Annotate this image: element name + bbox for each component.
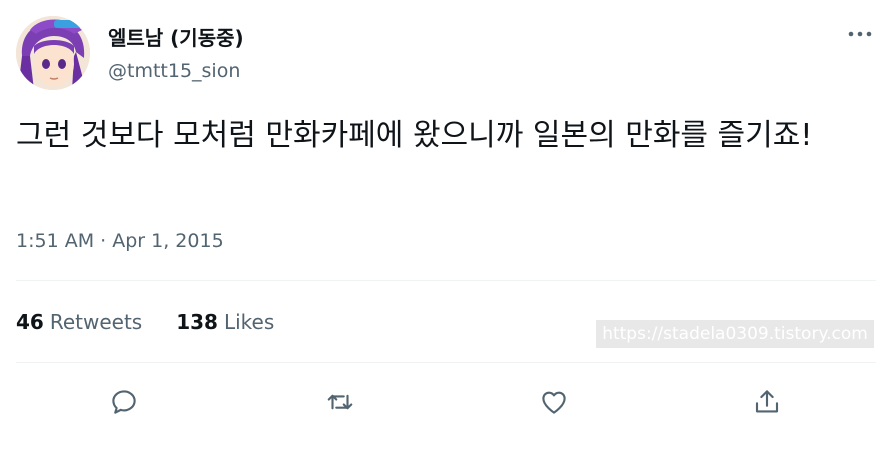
likes-stat[interactable]: 138 Likes: [176, 310, 274, 334]
share-button[interactable]: [747, 382, 787, 422]
timestamp-separator: ·: [94, 230, 113, 252]
avatar[interactable]: [16, 16, 90, 90]
divider-top: [16, 280, 876, 281]
tweet-date[interactable]: Apr 1, 2015: [112, 230, 223, 252]
retweets-label: Retweets: [49, 310, 143, 334]
author-display-name[interactable]: 엘트남 (기동중): [108, 22, 244, 51]
like-button[interactable]: [534, 382, 574, 422]
divider-bottom: [16, 362, 876, 363]
more-options-button[interactable]: [844, 22, 876, 46]
retweets-count: 46: [16, 310, 44, 334]
engagement-stats: 46 Retweets 138 Likes: [16, 310, 274, 334]
watermark-url: https://stadela0309.tistory.com: [596, 320, 874, 348]
author-handle[interactable]: @tmtt15_sion: [108, 60, 240, 82]
avatar-image: [16, 16, 90, 90]
tweet-text: 그런 것보다 모처럼 만화카페에 왔으니까 일본의 만화를 즐기죠!: [16, 118, 813, 153]
share-icon: [755, 390, 779, 413]
more-dots-icon: [848, 31, 872, 37]
heart-icon: [542, 391, 566, 414]
tweet-time[interactable]: 1:51 AM: [16, 230, 94, 252]
likes-label: Likes: [223, 310, 275, 334]
reply-button[interactable]: [104, 382, 144, 422]
retweets-stat[interactable]: 46 Retweets: [16, 310, 142, 334]
tweet-card: 엘트남 (기동중) @tmtt15_sion 그런 것보다 모처럼 만화카페에 …: [0, 0, 894, 454]
retweet-icon: [327, 394, 353, 410]
likes-count: 138: [176, 310, 218, 334]
reply-icon: [112, 390, 136, 414]
retweet-button[interactable]: [320, 382, 360, 422]
action-bar: [0, 380, 894, 424]
tweet-timestamp[interactable]: 1:51 AM · Apr 1, 2015: [16, 230, 224, 252]
